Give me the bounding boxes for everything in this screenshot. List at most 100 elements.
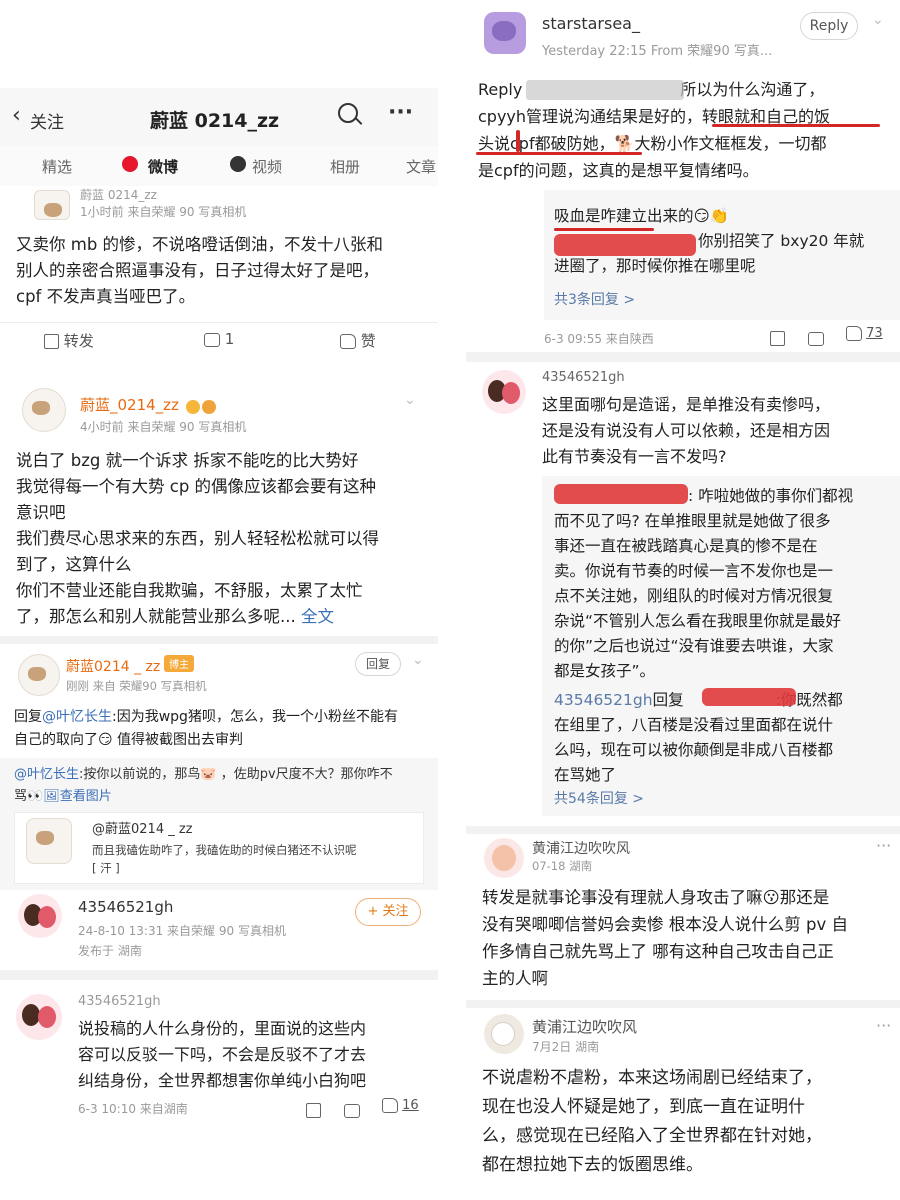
comment-author[interactable]: 黄浦江边吹吹风 — [532, 838, 630, 858]
read-more-link[interactable]: 全文 — [301, 607, 334, 626]
post-line: 你们不营业还能自我欺骗，不舒服，太累了太忙 — [16, 581, 363, 600]
view-replies-link[interactable]: 共3条回复 > — [554, 289, 635, 309]
thread-line: 而不见了吗? 在单推眼里就是她做了很多 — [554, 512, 831, 530]
reply-button[interactable]: 回复 — [355, 652, 401, 676]
more-icon[interactable]: ··· — [876, 1016, 891, 1035]
comment-author[interactable]: 黄浦江边吹吹风 — [532, 1016, 637, 1037]
quoted-text: :按你以前说的，那鸟🐷 ，佐助pv尺度不大？那你咋不 — [79, 767, 393, 782]
like-icon — [846, 326, 862, 341]
post-meta: 刚刚 来自 荣耀90 写真相机 — [66, 679, 207, 693]
tab-album[interactable]: 相册 — [330, 156, 360, 177]
avatar[interactable] — [16, 994, 62, 1040]
tab-articles[interactable]: 文章 — [406, 156, 436, 177]
weibo-logo-icon — [122, 156, 138, 172]
more-icon[interactable]: ··· — [388, 100, 413, 125]
comment-line: 容可以反驳一下吗，不会是反驳不了才去 — [78, 1045, 367, 1064]
reply-author-link[interactable]: 43546521gh — [554, 691, 653, 709]
search-icon[interactable] — [338, 103, 358, 123]
view-image-link[interactable]: 🖼查看图片 — [43, 789, 112, 804]
comment-line: 此有节奏没有一言不发吗? — [542, 447, 727, 466]
tab-video[interactable]: 视频 — [252, 156, 282, 177]
comment-line: 转发是就事论事没有理就人身攻击了嘛😗那还是 — [482, 888, 830, 907]
post-line: 我们费尽心思求来的东西，别人轻轻松松就可以得 — [16, 529, 379, 548]
avatar[interactable] — [484, 838, 524, 878]
avatar[interactable] — [18, 894, 62, 938]
back-arrow-icon[interactable]: ‹ — [12, 103, 21, 128]
comment-line: 没有哭唧唧信誉妈会卖惨 根本没人说什么剪 pv 自 — [482, 915, 848, 934]
thread-line: 卖。你说有节奏的时候一言不发你也是一 — [554, 562, 834, 580]
follow-button[interactable]: + 关注 — [355, 898, 421, 926]
reply-prefix: 回复 — [14, 709, 42, 725]
tab-featured[interactable]: 精选 — [42, 156, 72, 177]
mention-link[interactable]: @叶忆长生 — [14, 767, 79, 782]
comment-meta: 6-3 09:55 来自陕西 — [544, 332, 654, 346]
comment-author[interactable]: starstarsea_ — [542, 14, 640, 33]
post-line: 意识吧 — [16, 503, 66, 522]
thread-line: 都是女孩子”。 — [554, 662, 656, 680]
section-gap — [0, 360, 438, 372]
page-title: 蔚蓝 0214_zz — [150, 110, 280, 132]
post-line: 我觉得每一个有大势 cp 的偶像应该都会要有这种 — [16, 477, 377, 496]
post-author[interactable]: 43546521gh — [78, 898, 173, 916]
post-author[interactable]: 蔚蓝0214 _ zz — [66, 656, 160, 676]
redacted-username — [702, 688, 796, 706]
post-author-partial[interactable]: 蔚蓝 0214_zz — [80, 186, 157, 203]
comment-icon[interactable] — [344, 1100, 360, 1119]
comment-line: 都在想拉她下去的饭圈思维。 — [482, 1155, 703, 1175]
avatar — [26, 818, 72, 864]
avatar[interactable] — [22, 388, 66, 432]
reply-button[interactable]: Reply — [800, 12, 858, 40]
avatar[interactable] — [482, 370, 526, 414]
like-button[interactable]: 73 — [846, 326, 883, 341]
comment-author[interactable]: 43546521gh — [542, 370, 625, 385]
post-meta: 4小时前 来自荣耀 90 写真相机 — [80, 420, 247, 434]
comment-meta: 6-3 10:10 来自湖南 — [78, 1102, 188, 1116]
like-button[interactable]: 16 — [382, 1098, 419, 1113]
comment-line: 么，感觉现在已经陷入了全世界都在针对她， — [482, 1126, 822, 1146]
section-gap — [466, 826, 900, 834]
red-underline-annotation — [516, 130, 520, 152]
mention-link[interactable]: @叶忆长生 — [42, 709, 112, 725]
reply-prefix: Reply — [478, 80, 523, 99]
avatar[interactable] — [484, 1014, 524, 1054]
red-underline-annotation — [712, 124, 880, 127]
nested-quote-author: @蔚蓝0214 _ zz — [92, 822, 193, 837]
comment-line: 是cpf的问题，这真的是想平复情绪吗。 — [478, 161, 759, 180]
comment-body: 不说虐粉不虐粉，本来这场闹剧已经结束了， 现在也没人怀疑是她了，到底一直在证明什… — [482, 1064, 896, 1180]
divider — [0, 322, 438, 323]
like-count: 73 — [866, 326, 883, 341]
post-line: 说白了 bzg 就一个诉求 拆家不能吃的比大势好 — [16, 451, 359, 470]
avatar[interactable] — [484, 12, 526, 54]
comment-meta: 07-18 湖南 — [532, 859, 593, 873]
chevron-down-icon[interactable]: ⌄ — [412, 652, 424, 668]
comment-button[interactable]: 1 — [204, 330, 234, 348]
comment-line: 所以为什么沟通了， — [680, 80, 825, 99]
share-icon[interactable] — [770, 328, 785, 347]
video-icon — [230, 156, 246, 172]
like-button[interactable]: 赞 — [340, 330, 376, 351]
share-button[interactable]: 转发 — [44, 330, 94, 351]
comment-author[interactable]: 43546521gh — [78, 994, 161, 1009]
thread-line: 吸血是咋建立出来的😏👏 — [554, 207, 729, 225]
avatar[interactable] — [34, 190, 70, 220]
share-icon — [44, 334, 59, 349]
back-label[interactable]: 关注 — [30, 108, 64, 133]
comment-icon[interactable] — [808, 328, 824, 347]
view-replies-link[interactable]: 共54条回复 > — [554, 788, 644, 808]
share-icon[interactable] — [306, 1100, 321, 1119]
chevron-down-icon[interactable]: ⌄ — [872, 12, 884, 28]
comment-body: 说投稿的人什么身份的，里面说的这些内 容可以反驳一下吗，不会是反驳不了才去 纠结… — [78, 1016, 430, 1094]
red-underline-annotation — [476, 152, 642, 155]
tab-weibo[interactable]: 微博 — [148, 156, 178, 177]
chevron-down-icon[interactable]: ⌄ — [404, 392, 416, 408]
comment-count: 1 — [224, 330, 235, 348]
thread-line: 的你”之后也说过“没有谁要去哄谁，大家 — [554, 637, 834, 655]
left-screenshot: ‹ 关注 蔚蓝 0214_zz ··· 精选 微博 视频 相册 文章 蔚蓝 02… — [0, 0, 438, 1200]
post-author[interactable]: 蔚蓝_0214_zz — [80, 394, 179, 415]
comment-icon — [204, 332, 220, 347]
redacted-username — [554, 234, 696, 256]
avatar[interactable] — [18, 654, 60, 696]
more-icon[interactable]: ··· — [876, 836, 891, 855]
section-gap — [0, 970, 438, 980]
red-underline-annotation — [554, 228, 654, 231]
